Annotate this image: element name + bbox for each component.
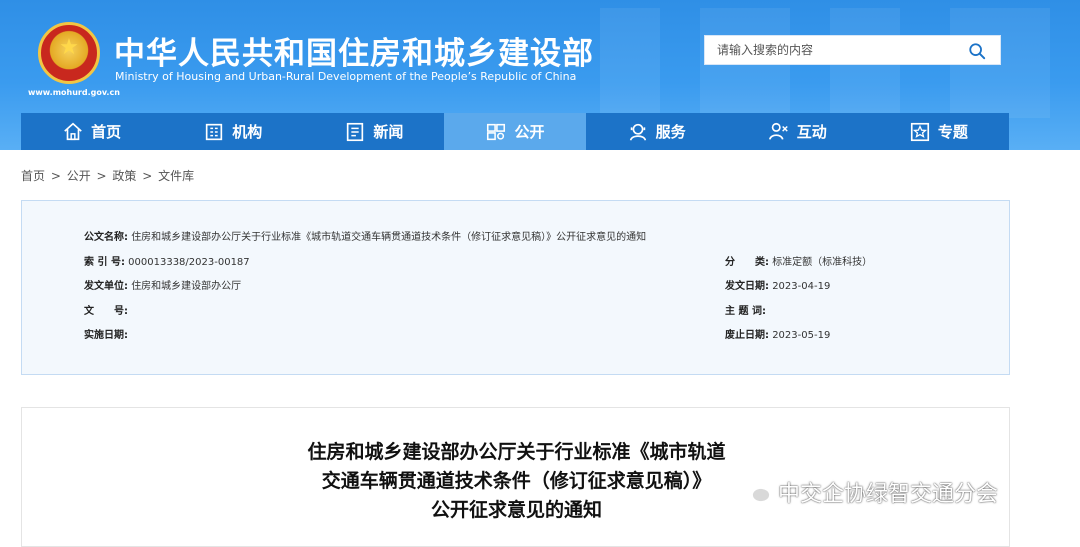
- meta-expiry-value: 2023-05-19: [772, 330, 831, 341]
- nav-item-interact[interactable]: 互动: [727, 113, 868, 150]
- article-title-line: 住房和城乡建设部办公厅关于行业标准《城市轨道: [307, 441, 726, 463]
- open-icon: [487, 123, 506, 140]
- main-nav: 首页 机构 新闻 公开 服务 互动 专题: [21, 113, 1009, 150]
- topic-icon: [910, 122, 929, 141]
- nav-item-service[interactable]: 服务: [586, 113, 727, 150]
- national-emblem-icon[interactable]: ★: [38, 22, 100, 84]
- nav-item-label: 机构: [232, 123, 263, 141]
- meta-row-date: 发文日期: 2023-04-19: [725, 277, 830, 292]
- home-icon: [64, 122, 82, 140]
- watermark-text: 中交企协绿智交通分会: [778, 482, 999, 507]
- breadcrumb-separator: >: [138, 169, 157, 183]
- meta-row-index: 索 引 号: 000013338/2023-00187: [84, 253, 250, 268]
- meta-issuer-value: 住房和城乡建设部办公厅: [131, 281, 242, 292]
- watermark: 中交企协绿智交通分会: [738, 476, 998, 508]
- meta-row-issuer: 发文单位: 住房和城乡建设部办公厅: [84, 277, 241, 292]
- meta-row-docno: 文 号:: [84, 302, 128, 317]
- meta-row-effective: 实施日期:: [84, 326, 128, 341]
- header-background-building: [600, 8, 660, 118]
- search-input[interactable]: [705, 36, 955, 64]
- meta-index-value: 000013338/2023-00187: [128, 257, 250, 268]
- nav-item-news[interactable]: 新闻: [303, 113, 444, 150]
- site-title-english: Ministry of Housing and Urban-Rural Deve…: [115, 70, 577, 83]
- nav-item-label: 服务: [655, 123, 686, 141]
- breadcrumb-separator: >: [47, 169, 65, 183]
- nav-item-open[interactable]: 公开: [444, 113, 586, 150]
- nav-item-label: 首页: [91, 123, 122, 141]
- meta-issuer-label: 发文单位:: [84, 281, 128, 292]
- meta-row-name: 公文名称: 住房和城乡建设部办公厅关于行业标准《城市轨道交通车辆贯通道技术条件（…: [84, 228, 646, 243]
- nav-item-label: 专题: [937, 123, 968, 141]
- interact-icon: [768, 122, 788, 140]
- search-box: [704, 35, 1001, 65]
- meta-category-label: 分 类:: [725, 257, 769, 268]
- nav-item-home[interactable]: 首页: [21, 113, 162, 150]
- news-icon: [347, 122, 364, 141]
- breadcrumb-library[interactable]: 文件库: [158, 169, 194, 183]
- breadcrumb-open[interactable]: 公开: [67, 169, 91, 183]
- nav-item-organization[interactable]: 机构: [162, 113, 303, 150]
- site-url: www.mohurd.gov.cn: [28, 88, 120, 97]
- service-icon: [629, 123, 646, 141]
- site-title[interactable]: 中华人民共和国住房和城乡建设部: [114, 28, 594, 73]
- nav-item-topic[interactable]: 专题: [868, 113, 1009, 150]
- document-metadata-panel: 公文名称: 住房和城乡建设部办公厅关于行业标准《城市轨道交通车辆贯通道技术条件（…: [21, 200, 1010, 375]
- meta-date-value: 2023-04-19: [772, 281, 831, 292]
- search-icon[interactable]: [968, 42, 986, 60]
- breadcrumb-policy[interactable]: 政策: [112, 169, 136, 183]
- building-icon: [206, 123, 223, 140]
- meta-effective-label: 实施日期:: [84, 330, 128, 341]
- meta-expiry-label: 废止日期:: [725, 330, 769, 341]
- meta-row-expiry: 废止日期: 2023-05-19: [725, 326, 830, 341]
- meta-date-label: 发文日期:: [725, 281, 769, 292]
- meta-name-label: 公文名称:: [84, 232, 128, 243]
- meta-docno-label: 文 号:: [84, 306, 128, 317]
- meta-category-value: 标准定额（标准科技）: [772, 257, 873, 268]
- breadcrumb-home[interactable]: 首页: [21, 169, 45, 183]
- meta-keyword-label: 主 题 词:: [725, 306, 766, 317]
- nav-item-label: 公开: [514, 123, 545, 141]
- nav-item-label: 新闻: [373, 123, 404, 141]
- nav-item-label: 互动: [796, 123, 827, 141]
- meta-row-keyword: 主 题 词:: [725, 302, 766, 317]
- meta-index-label: 索 引 号:: [84, 257, 125, 268]
- breadcrumb-separator: >: [92, 169, 111, 183]
- meta-row-category: 分 类: 标准定额（标准科技）: [725, 253, 872, 268]
- breadcrumb: 首页 > 公开 > 政策 > 文件库: [21, 167, 196, 184]
- meta-name-value: 住房和城乡建设部办公厅关于行业标准《城市轨道交通车辆贯通道技术条件（修订征求意见…: [131, 232, 647, 243]
- wechat-icon: [739, 480, 771, 503]
